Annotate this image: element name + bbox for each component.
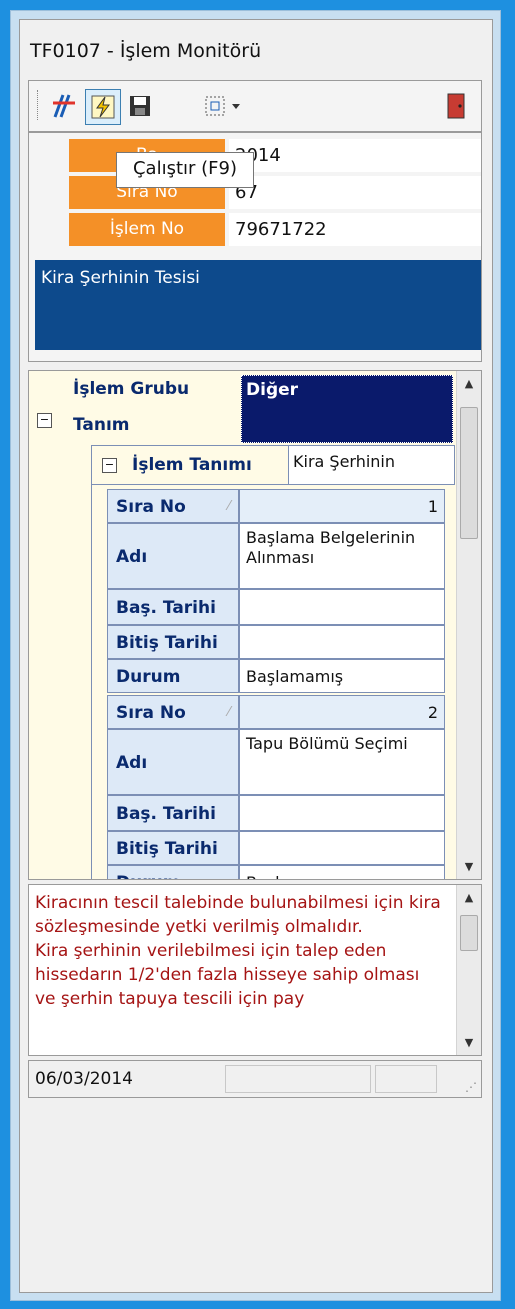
- tree-line: [91, 445, 94, 879]
- sort-indicator-icon[interactable]: ⁄: [228, 490, 230, 524]
- record-header: Ba 2014 Sıra No 67 İşlem No 79671722 Kir…: [28, 132, 482, 362]
- field-value-islem-no[interactable]: 79671722: [229, 213, 481, 246]
- scroll-up-arrow[interactable]: ▲: [457, 377, 481, 390]
- record-2-bitis-value[interactable]: [239, 831, 445, 865]
- field-value-sira[interactable]: 67: [229, 176, 481, 209]
- record-2-durum-label: Durum: [107, 865, 239, 879]
- notes-scroll-thumb[interactable]: [460, 915, 478, 951]
- window-title: TF0107 - İşlem Monitörü: [30, 40, 262, 62]
- sort-indicator-icon[interactable]: ⁄: [228, 696, 230, 730]
- scroll-thumb[interactable]: [460, 407, 478, 539]
- record-2-bitis-label: Bitiş Tarihi: [107, 831, 239, 865]
- record-1-durum-value[interactable]: Başlamamış: [239, 659, 445, 693]
- window: TF0107 - İşlem Monitörü 2014 Sıra No 67 …: [19, 19, 493, 1293]
- status-bar: 06/03/2014 ⋰: [28, 1060, 482, 1098]
- record-2-bas-value[interactable]: [239, 795, 445, 831]
- toolbar-grip: [37, 90, 40, 120]
- toolbar: [28, 80, 482, 132]
- record-1-durum-label: Durum: [107, 659, 239, 693]
- scroll-down-arrow[interactable]: ▼: [457, 860, 481, 873]
- record-2-adi-label: Adı: [107, 729, 239, 795]
- layout-menu-icon[interactable]: [201, 89, 251, 123]
- record-1-bas-value[interactable]: [239, 589, 445, 625]
- notes-scroll-up-arrow[interactable]: ▲: [457, 891, 481, 904]
- exit-icon[interactable]: [439, 89, 473, 123]
- record-2-durum-value[interactable]: Başlamamış: [239, 865, 445, 879]
- process-description: Kira Şerhinin Tesisi: [35, 260, 481, 350]
- collapse-definition-icon[interactable]: −: [102, 458, 117, 473]
- record-2-sira-label: Sıra No ⁄: [107, 695, 239, 729]
- record-2-adi-value[interactable]: Tapu Bölümü Seçimi: [239, 729, 445, 795]
- record-1-bas-label: Baş. Tarihi: [107, 589, 239, 625]
- status-date: 06/03/2014: [35, 1069, 133, 1089]
- field-label-islem-no: İşlem No: [69, 213, 225, 246]
- definition-row: − İşlem Tanımı Kira Şerhinin: [91, 445, 455, 485]
- collapse-group-icon[interactable]: −: [37, 413, 52, 428]
- resize-grip-icon[interactable]: ⋰: [465, 1080, 477, 1094]
- definition-value[interactable]: Kira Şerhinin: [288, 446, 454, 484]
- record-2-sira-value[interactable]: 2: [239, 695, 445, 729]
- notes-scrollbar[interactable]: ▲ ▼: [456, 885, 481, 1055]
- definition-label: İşlem Tanımı: [132, 455, 252, 475]
- field-value-year[interactable]: 2014: [229, 139, 481, 172]
- run-tooltip: Çalıştır (F9): [116, 152, 254, 188]
- record-1-sira-label: Sıra No ⁄: [107, 489, 239, 523]
- notes-text: Kiracının tescil talebinde bulunabilmesi…: [35, 893, 441, 1009]
- run-icon[interactable]: [85, 89, 121, 125]
- record-1-bitis-label: Bitiş Tarihi: [107, 625, 239, 659]
- record-2-bas-label: Baş. Tarihi: [107, 795, 239, 831]
- process-icon[interactable]: [47, 89, 81, 123]
- status-panel-3: [375, 1065, 437, 1093]
- group-label-2: Tanım: [73, 415, 130, 435]
- process-grid: − İşlem Grubu Tanım Diğer − İşlem Tanımı…: [28, 370, 482, 880]
- record-1-sira-value[interactable]: 1: [239, 489, 445, 523]
- record-1-bitis-value[interactable]: [239, 625, 445, 659]
- group-label: İşlem Grubu: [73, 379, 190, 399]
- notes-panel: Kiracının tescil talebinde bulunabilmesi…: [28, 884, 482, 1056]
- grid-scrollbar[interactable]: ▲ ▼: [456, 371, 481, 879]
- notes-scroll-down-arrow[interactable]: ▼: [457, 1036, 481, 1049]
- window-frame: TF0107 - İşlem Monitörü 2014 Sıra No 67 …: [10, 10, 501, 1301]
- group-value[interactable]: Diğer: [241, 375, 453, 443]
- record-1-adi-label: Adı: [107, 523, 239, 589]
- record-1-adi-value[interactable]: Başlama Belgelerinin Alınması: [239, 523, 445, 589]
- status-panel-2: [225, 1065, 371, 1093]
- save-icon[interactable]: [123, 89, 157, 123]
